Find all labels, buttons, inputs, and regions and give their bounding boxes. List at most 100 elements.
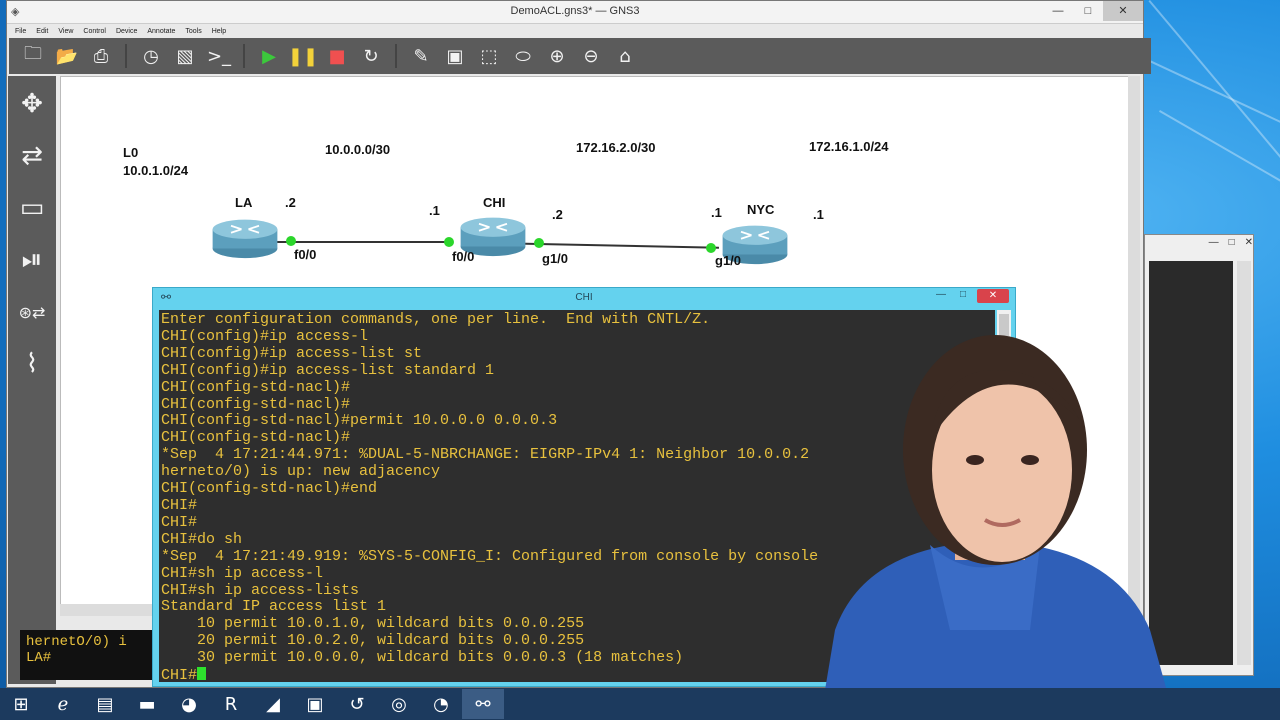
- ip-label-chi-right[interactable]: .2: [552, 207, 563, 222]
- security-devices-icon[interactable]: ⏯: [12, 240, 52, 280]
- console-all-icon[interactable]: >_: [205, 42, 233, 70]
- terminal-prompt: CHI#: [161, 667, 198, 682]
- command-prompt-icon[interactable]: ▬: [126, 689, 168, 719]
- draw-rectangle-icon[interactable]: ⬚: [475, 42, 503, 70]
- terminal-line: Standard IP access list 1: [161, 598, 387, 616]
- network-label-3[interactable]: 172.16.1.0/24: [809, 139, 889, 154]
- r-app-icon[interactable]: R: [210, 689, 252, 719]
- ip-label-la[interactable]: .2: [285, 195, 296, 210]
- main-toolbar: 🗀 📂 ⎙ ◷ ▧ >_ ▶ ❚❚ ■ ↻ ✎ ▣ ⬚ ⬭ ⊕ ⊖ ⌂: [9, 38, 1151, 74]
- windows-start-icon[interactable]: ⊞: [0, 689, 42, 719]
- network-label-1[interactable]: 10.0.0.0/30: [325, 142, 390, 157]
- secondary-window-scrollbar[interactable]: [1237, 261, 1251, 665]
- folder-sync-icon[interactable]: ↺: [336, 689, 378, 719]
- terminal-line: CHI(config-std-nacl)#: [161, 378, 351, 396]
- routers-icon[interactable]: ✥: [12, 84, 52, 124]
- terminal-line: *Sep 4 17:21:44.971: %DUAL-5-NBRCHANGE: …: [161, 446, 810, 464]
- screenshot-icon[interactable]: ⌂: [611, 42, 639, 70]
- switches-icon[interactable]: ⇄: [12, 136, 52, 176]
- menu-edit[interactable]: Edit: [36, 28, 48, 35]
- la-console-line: hernetO/0) i: [26, 634, 127, 650]
- close-button[interactable]: ✕: [1245, 237, 1253, 248]
- terminal-line: CHI(config-std-nacl)#: [161, 429, 351, 447]
- terminal-line: CHI(config)#ip access-list standard 1: [161, 361, 495, 379]
- terminal-line: CHI#do sh: [161, 530, 243, 548]
- loopback-label[interactable]: L0: [123, 145, 138, 160]
- menu-help[interactable]: Help: [212, 28, 226, 35]
- router-label-la[interactable]: LA: [235, 195, 252, 210]
- link-status-dot: [706, 243, 716, 253]
- interface-label-nyc[interactable]: g1/0: [715, 253, 741, 268]
- terminal-line: 10 permit 10.0.1.0, wildcard bits 0.0.0.…: [197, 615, 585, 633]
- interface-label-la[interactable]: f0/0: [294, 247, 316, 262]
- terminal-line: CHI#sh ip access-lists: [161, 581, 360, 599]
- ip-label-chi-left[interactable]: .1: [429, 203, 440, 218]
- suspend-all-icon[interactable]: ❚❚: [288, 42, 318, 70]
- stop-all-icon[interactable]: ■: [323, 42, 351, 70]
- save-project-icon[interactable]: ⎙: [87, 42, 115, 70]
- interface-label-chi-f0[interactable]: f0/0: [452, 249, 474, 264]
- internet-explorer-icon[interactable]: ℯ: [42, 689, 84, 719]
- menu-annotate[interactable]: Annotate: [147, 28, 175, 35]
- minimize-button[interactable]: —: [1043, 1, 1073, 21]
- open-project-icon[interactable]: 📂: [53, 42, 81, 70]
- link-status-dot: [534, 238, 544, 248]
- add-note-icon[interactable]: ✎: [407, 42, 435, 70]
- terminal-line: CHI#: [161, 513, 198, 531]
- menu-device[interactable]: Device: [116, 28, 137, 35]
- show-interface-labels-icon[interactable]: ▧: [171, 42, 199, 70]
- ip-label-nyc[interactable]: .1: [813, 207, 824, 222]
- snapshot-icon[interactable]: ◷: [137, 42, 165, 70]
- add-link-icon[interactable]: ⌇: [12, 344, 52, 384]
- all-devices-icon[interactable]: ⊛⇄: [12, 292, 52, 332]
- router-la-icon[interactable]: [207, 217, 283, 259]
- network-label-2[interactable]: 172.16.2.0/30: [576, 140, 656, 155]
- close-button[interactable]: ✕: [977, 289, 1009, 303]
- terminal-line: CHI#: [161, 496, 198, 514]
- remote-desktop-icon[interactable]: ▣: [294, 689, 336, 719]
- terminal-line: CHI(config-std-nacl)#end: [161, 480, 378, 498]
- insert-picture-icon[interactable]: ▣: [441, 42, 469, 70]
- terminal-line: CHI(config)#ip access-l: [161, 327, 369, 345]
- window-controls: — □ ✕: [1043, 1, 1143, 21]
- menu-control[interactable]: Control: [83, 28, 106, 35]
- router-label-chi[interactable]: CHI: [483, 195, 505, 210]
- terminal-line: *Sep 4 17:21:49.919: %SYS-5-CONFIG_I: Co…: [161, 547, 819, 565]
- link-status-dot: [444, 237, 454, 247]
- loopback-network-label[interactable]: 10.0.1.0/24: [123, 163, 188, 178]
- putty-icon[interactable]: ⚯: [462, 689, 504, 719]
- draw-ellipse-icon[interactable]: ⬭: [509, 42, 537, 70]
- start-all-icon[interactable]: ▶: [255, 42, 283, 70]
- router-label-nyc[interactable]: NYC: [747, 202, 774, 217]
- network-icon[interactable]: ◔: [420, 689, 462, 719]
- reload-all-icon[interactable]: ↻: [357, 42, 385, 70]
- interface-label-chi-g1[interactable]: g1/0: [542, 251, 568, 266]
- terminal-line: 30 permit 10.0.0.0, wildcard bits 0.0.0.…: [197, 649, 684, 667]
- wireshark-icon[interactable]: ◢: [252, 689, 294, 719]
- ip-label-nyc-left[interactable]: .1: [711, 205, 722, 220]
- maximize-button[interactable]: □: [1073, 1, 1103, 21]
- firefox-icon[interactable]: ◕: [168, 689, 210, 719]
- zoom-in-icon[interactable]: ⊕: [543, 42, 571, 70]
- minimize-button[interactable]: —: [933, 289, 949, 303]
- menu-tools[interactable]: Tools: [185, 28, 201, 35]
- terminal-line: herneto/0) is up: new adjacency: [161, 463, 441, 481]
- minimize-button[interactable]: —: [1209, 237, 1219, 248]
- menu-view[interactable]: View: [58, 28, 73, 35]
- new-project-icon[interactable]: 🗀: [19, 42, 47, 70]
- close-button[interactable]: ✕: [1103, 1, 1143, 21]
- gns3-icon[interactable]: ◎: [378, 689, 420, 719]
- secondary-window-controls: — □ ✕: [1209, 237, 1253, 248]
- maximize-button[interactable]: □: [1229, 237, 1235, 248]
- terminal-line: 20 permit 10.0.2.0, wildcard bits 0.0.0.…: [197, 632, 585, 650]
- maximize-button[interactable]: □: [955, 289, 971, 303]
- terminal-line: CHI(config-std-nacl)#permit 10.0.0.0 0.0…: [161, 412, 558, 430]
- window-titlebar: ◈ DemoACL.gns3* — GNS3 — □ ✕: [7, 1, 1143, 24]
- file-explorer-icon[interactable]: ▤: [84, 689, 126, 719]
- zoom-out-icon[interactable]: ⊖: [577, 42, 605, 70]
- menu-file[interactable]: File: [15, 28, 26, 35]
- terminal-line: CHI(config)#ip access-list st: [161, 344, 423, 362]
- console-titlebar: ⚯ CHI — □ ✕: [153, 288, 1015, 308]
- end-devices-icon[interactable]: ▭: [12, 188, 52, 228]
- la-console-window[interactable]: hernetO/0) i LA#: [20, 630, 160, 680]
